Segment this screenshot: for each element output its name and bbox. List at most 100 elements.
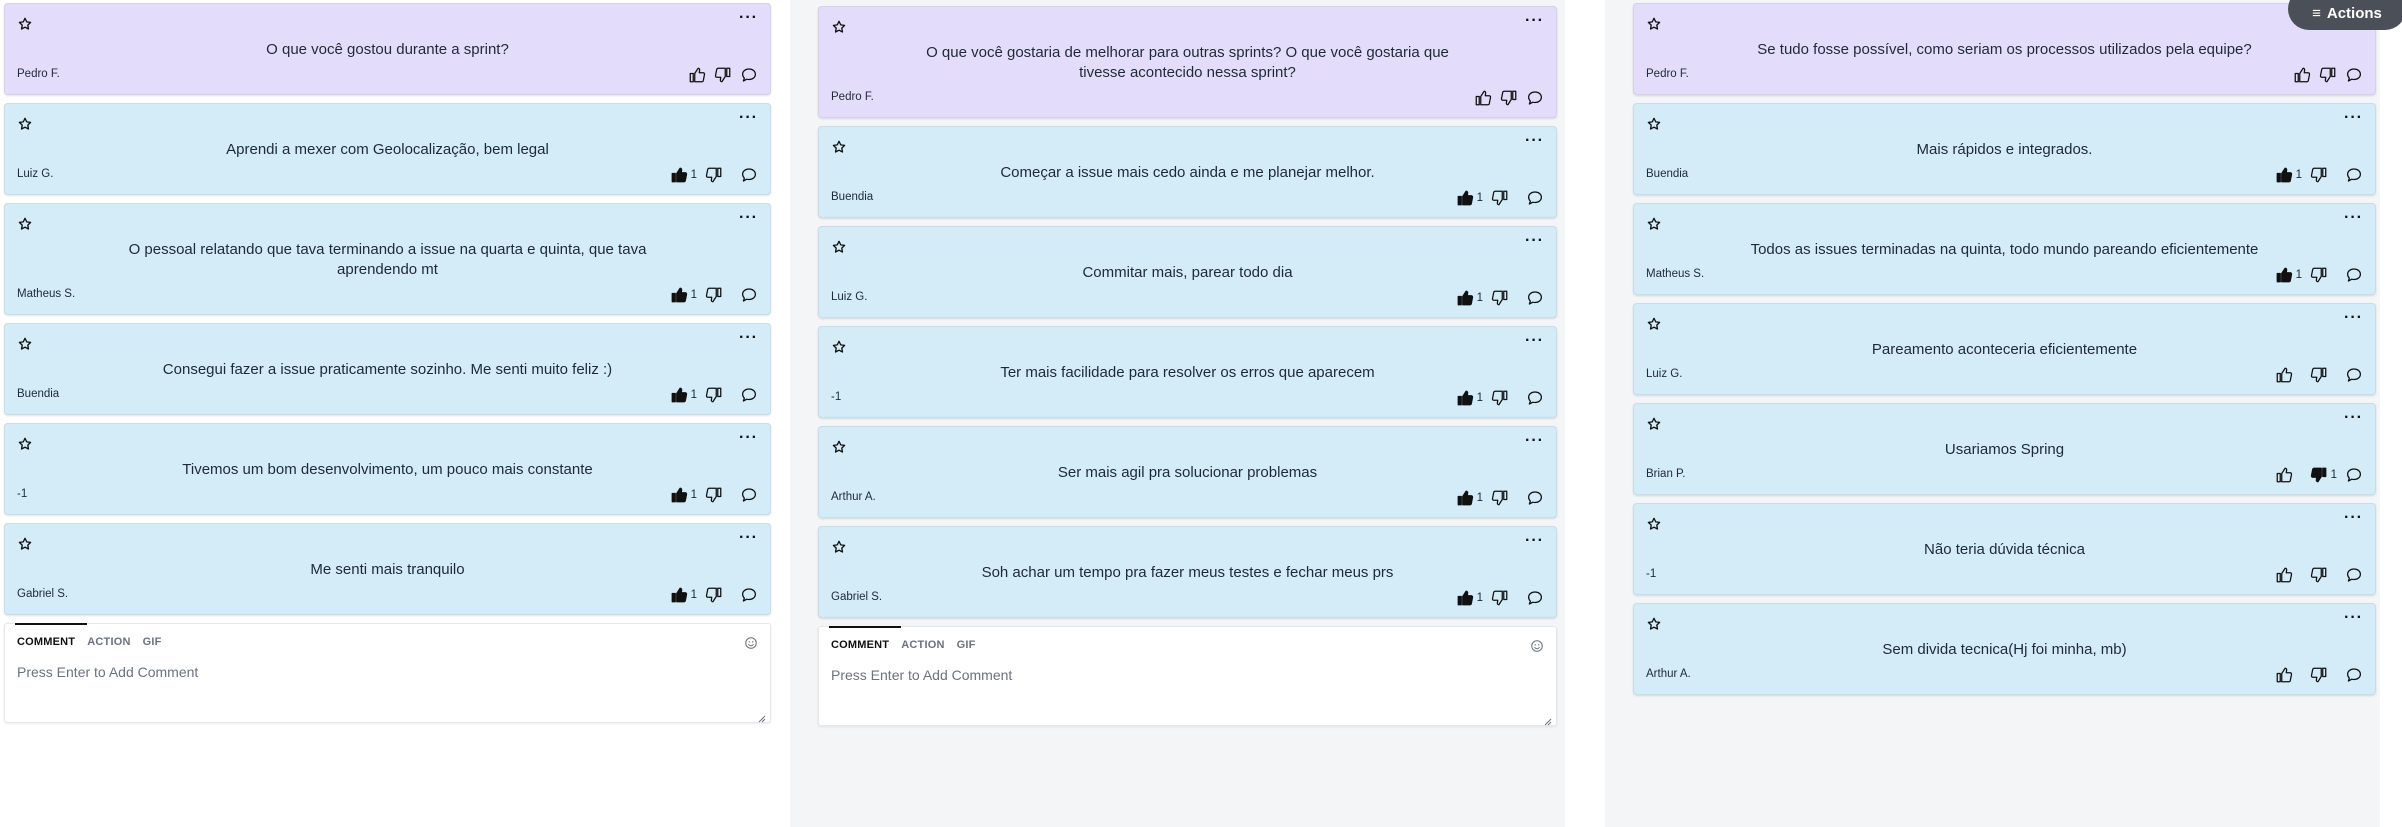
like-button[interactable]: 1 xyxy=(670,286,697,304)
resize-handle-icon[interactable] xyxy=(758,710,766,723)
like-button[interactable]: 1 xyxy=(1456,489,1483,507)
like-button[interactable]: 1 xyxy=(1456,189,1483,207)
comment-button[interactable] xyxy=(740,486,758,504)
star-icon[interactable] xyxy=(1646,216,1662,232)
star-icon[interactable] xyxy=(831,239,847,255)
emoji-icon[interactable] xyxy=(744,636,758,650)
like-button[interactable]: 1 xyxy=(1456,289,1483,307)
like-button[interactable]: 1 xyxy=(2275,266,2302,284)
more-options-icon[interactable]: ··· xyxy=(2344,510,2363,526)
more-options-icon[interactable]: ··· xyxy=(2344,110,2363,126)
star-icon[interactable] xyxy=(17,16,33,32)
more-options-icon[interactable]: ··· xyxy=(739,330,758,346)
like-button[interactable]: 1 xyxy=(2275,166,2302,184)
like-button[interactable]: 1 xyxy=(670,386,697,404)
comment-button[interactable] xyxy=(1526,189,1544,207)
like-button[interactable]: 1 xyxy=(1456,589,1483,607)
dislike-button[interactable] xyxy=(705,286,732,304)
tab-comment[interactable]: COMMENT xyxy=(14,623,88,652)
dislike-button[interactable] xyxy=(714,66,732,84)
emoji-icon[interactable] xyxy=(1530,639,1544,653)
dislike-button[interactable] xyxy=(2319,66,2337,84)
dislike-button[interactable] xyxy=(1500,89,1518,107)
tab-gif[interactable]: GIF xyxy=(143,636,162,652)
star-icon[interactable] xyxy=(17,436,33,452)
comment-button[interactable] xyxy=(2345,466,2363,484)
comment-button[interactable] xyxy=(1526,489,1544,507)
like-button[interactable] xyxy=(2275,366,2302,384)
dislike-button[interactable] xyxy=(2310,266,2337,284)
more-options-icon[interactable]: ··· xyxy=(2344,310,2363,326)
like-button[interactable] xyxy=(1474,89,1492,107)
comment-button[interactable] xyxy=(2345,66,2363,84)
like-button[interactable]: 1 xyxy=(670,166,697,184)
more-options-icon[interactable]: ··· xyxy=(1525,133,1544,149)
more-options-icon[interactable]: ··· xyxy=(739,210,758,226)
comment-button[interactable] xyxy=(2345,366,2363,384)
tab-action[interactable]: ACTION xyxy=(87,636,130,652)
star-icon[interactable] xyxy=(1646,16,1662,32)
comment-button[interactable] xyxy=(2345,566,2363,584)
dislike-button[interactable] xyxy=(1491,289,1518,307)
star-icon[interactable] xyxy=(1646,316,1662,332)
dislike-button[interactable]: 1 xyxy=(2310,466,2337,484)
dislike-button[interactable] xyxy=(1491,389,1518,407)
star-icon[interactable] xyxy=(17,536,33,552)
like-button[interactable] xyxy=(2275,566,2302,584)
star-icon[interactable] xyxy=(1646,116,1662,132)
star-icon[interactable] xyxy=(831,19,847,35)
dislike-button[interactable] xyxy=(2310,166,2337,184)
dislike-button[interactable] xyxy=(1491,589,1518,607)
more-options-icon[interactable]: ··· xyxy=(739,430,758,446)
like-button[interactable] xyxy=(2275,466,2302,484)
comment-button[interactable] xyxy=(1526,89,1544,107)
comment-button[interactable] xyxy=(740,66,758,84)
like-button[interactable] xyxy=(688,66,706,84)
dislike-button[interactable] xyxy=(705,486,732,504)
comment-button[interactable] xyxy=(740,386,758,404)
comment-button[interactable] xyxy=(2345,666,2363,684)
more-options-icon[interactable]: ··· xyxy=(1525,333,1544,349)
like-button[interactable] xyxy=(2293,66,2311,84)
star-icon[interactable] xyxy=(831,539,847,555)
more-options-icon[interactable]: ··· xyxy=(1525,433,1544,449)
dislike-button[interactable] xyxy=(2310,366,2337,384)
more-options-icon[interactable]: ··· xyxy=(1525,233,1544,249)
star-icon[interactable] xyxy=(17,116,33,132)
more-options-icon[interactable]: ··· xyxy=(739,530,758,546)
star-icon[interactable] xyxy=(831,439,847,455)
comment-button[interactable] xyxy=(740,286,758,304)
star-icon[interactable] xyxy=(831,139,847,155)
more-options-icon[interactable]: ··· xyxy=(739,10,758,26)
dislike-button[interactable] xyxy=(705,386,732,404)
star-icon[interactable] xyxy=(17,216,33,232)
tab-action[interactable]: ACTION xyxy=(901,639,944,655)
comment-input[interactable] xyxy=(17,664,758,712)
comment-button[interactable] xyxy=(740,586,758,604)
comment-button[interactable] xyxy=(2345,266,2363,284)
like-button[interactable] xyxy=(2275,666,2302,684)
comment-button[interactable] xyxy=(2345,166,2363,184)
more-options-icon[interactable]: ··· xyxy=(2344,410,2363,426)
dislike-button[interactable] xyxy=(1491,489,1518,507)
dislike-button[interactable] xyxy=(2310,666,2337,684)
like-button[interactable]: 1 xyxy=(670,586,697,604)
more-options-icon[interactable]: ··· xyxy=(2344,210,2363,226)
dislike-button[interactable] xyxy=(705,166,732,184)
resize-handle-icon[interactable] xyxy=(1544,713,1552,726)
star-icon[interactable] xyxy=(1646,616,1662,632)
comment-button[interactable] xyxy=(1526,589,1544,607)
comment-button[interactable] xyxy=(1526,389,1544,407)
like-button[interactable]: 1 xyxy=(670,486,697,504)
more-options-icon[interactable]: ··· xyxy=(1525,13,1544,29)
more-options-icon[interactable]: ··· xyxy=(2344,610,2363,626)
dislike-button[interactable] xyxy=(705,586,732,604)
comment-button[interactable] xyxy=(740,166,758,184)
actions-button[interactable]: ≡ Actions xyxy=(2288,0,2402,30)
star-icon[interactable] xyxy=(831,339,847,355)
dislike-button[interactable] xyxy=(2310,566,2337,584)
comment-input[interactable] xyxy=(831,667,1544,715)
star-icon[interactable] xyxy=(1646,516,1662,532)
star-icon[interactable] xyxy=(17,336,33,352)
comment-button[interactable] xyxy=(1526,289,1544,307)
